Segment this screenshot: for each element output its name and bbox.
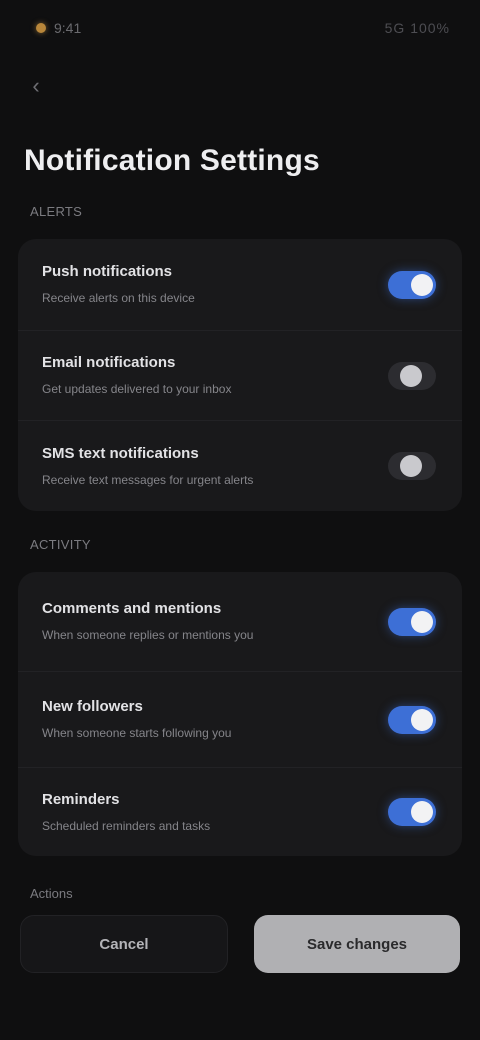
setting-subtitle: Receive alerts on this device [42,291,195,305]
email-notifications-toggle[interactable] [388,361,436,390]
toggle-knob [400,364,422,387]
status-indicators: 5G 100% [384,20,450,36]
status-bar: 9:41 5G 100% [0,0,480,56]
setting-subtitle: Scheduled reminders and tasks [42,818,211,833]
setting-text: SMS text notifications Receive text mess… [42,445,253,488]
setting-title: SMS text notifications [42,444,199,462]
toggle-knob [411,273,433,296]
setting-row-sms[interactable]: SMS text notifications Receive text mess… [18,421,462,511]
settings-screen: 9:41 5G 100% ‹ Notification Settings ALE… [0,0,480,1040]
status-time: 9:41 [54,20,82,36]
settings-group-alerts: Push notifications Receive alerts on thi… [18,239,462,511]
setting-subtitle: Get updates delivered to your inbox [42,382,232,396]
setting-title: Push notifications [42,263,173,280]
page-title: Notification Settings [24,144,320,177]
chevron-left-icon[interactable]: ‹ [22,72,50,100]
setting-subtitle: Receive text messages for urgent alerts [42,472,254,487]
setting-text: Comments and mentions When someone repli… [42,600,253,643]
toggle-knob [411,801,433,823]
recording-dot-icon [36,23,46,33]
sms-notifications-toggle[interactable] [388,452,436,480]
toggle-knob [411,708,433,731]
section-header-alerts: ALERTS [30,204,83,219]
setting-text: New followers When someone starts follow… [42,698,231,741]
settings-group-activity: Comments and mentions When someone repli… [18,572,462,856]
toggle-knob [400,455,422,477]
setting-title: Reminders [42,790,120,808]
new-followers-toggle[interactable] [388,705,436,734]
comments-mentions-toggle[interactable] [388,607,436,636]
setting-row-push[interactable]: Push notifications Receive alerts on thi… [18,239,462,331]
cancel-button[interactable]: Cancel [20,915,228,973]
setting-subtitle: When someone replies or mentions you [42,628,254,642]
setting-text: Email notifications Get updates delivere… [42,354,231,397]
section-header-activity: ACTIVITY [30,537,91,552]
setting-text: Reminders Scheduled reminders and tasks [42,791,210,834]
setting-row-email[interactable]: Email notifications Get updates delivere… [18,331,462,421]
status-left: 9:41 [36,20,81,36]
reminders-toggle[interactable] [388,798,436,826]
setting-title: Email notifications [42,354,176,371]
nav-row: ‹ [0,56,480,116]
footer-label: Actions [30,886,73,901]
save-changes-button[interactable]: Save changes [254,915,460,973]
setting-row-followers[interactable]: New followers When someone starts follow… [18,672,462,768]
setting-text: Push notifications Receive alerts on thi… [42,263,195,306]
setting-title: New followers [42,698,143,715]
setting-title: Comments and mentions [42,600,222,617]
push-notifications-toggle[interactable] [388,270,436,299]
action-buttons: Cancel Save changes [20,915,460,973]
setting-row-comments[interactable]: Comments and mentions When someone repli… [18,572,462,672]
setting-row-reminders[interactable]: Reminders Scheduled reminders and tasks [18,768,462,856]
toggle-knob [411,610,433,633]
setting-subtitle: When someone starts following you [42,726,232,740]
